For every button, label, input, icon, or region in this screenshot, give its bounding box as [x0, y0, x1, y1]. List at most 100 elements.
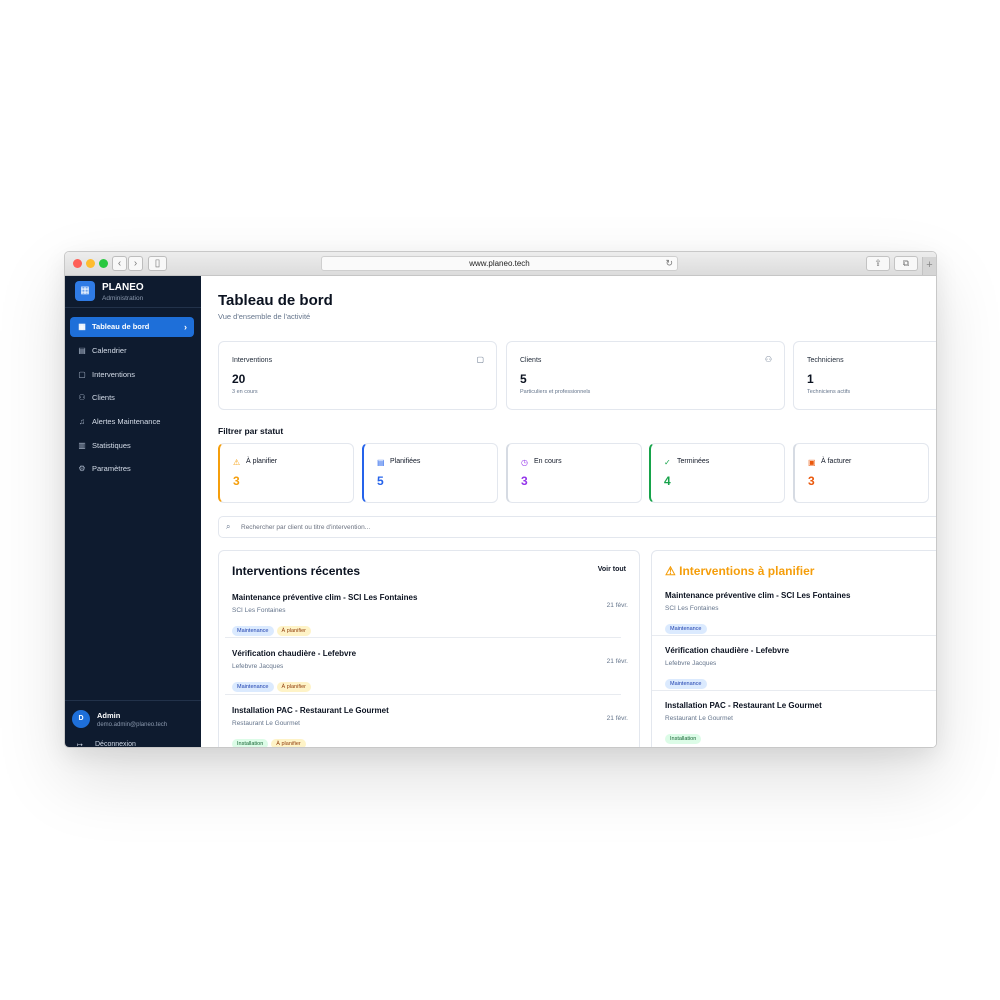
row-divider: [225, 637, 621, 638]
filter-card-planned[interactable]: ▤ Planifiées 5: [362, 443, 498, 503]
logout-label: Déconnexion: [95, 741, 136, 748]
filter-label: À facturer: [821, 458, 852, 465]
row-divider: [225, 694, 621, 695]
sidebar-divider: [65, 307, 201, 308]
stat-card-technicians[interactable]: Techniciens 1 Techniciens actifs: [793, 341, 936, 410]
status-badge: À planifier: [271, 739, 306, 747]
list-item[interactable]: Maintenance préventive clim - SCI Les Fo…: [232, 593, 628, 649]
browser-titlebar: ‹ › ▯ www.planeo.tech ↻ ⇪ ⧉ +: [65, 252, 936, 276]
sidebar-item-statistics[interactable]: ▥ Statistiques: [70, 436, 194, 456]
url-text: www.planeo.tech: [469, 259, 530, 268]
intervention-title: Vérification chaudière - Lefebvre: [232, 649, 357, 658]
close-window-button[interactable]: [73, 259, 82, 268]
sidebar-item-label: Interventions: [92, 370, 135, 379]
brand-subtitle: Administration: [102, 295, 144, 302]
sidebar-item-interventions[interactable]: ▢ Interventions: [70, 365, 194, 385]
stat-value: 5: [520, 372, 527, 386]
status-badge: À planifier: [276, 626, 311, 636]
status-badge: Maintenance: [232, 626, 274, 636]
sidebar-item-dashboard[interactable]: ▦ Tableau de bord ›: [70, 317, 194, 337]
sidebar-divider: [65, 700, 201, 701]
sidebar-item-clients[interactable]: ⚇ Clients: [70, 388, 194, 408]
sidebar-item-label: Alertes Maintenance: [92, 417, 161, 426]
filter-card-to-invoice[interactable]: ▣ À facturer 3: [793, 443, 929, 503]
intervention-client: Lefebvre Jacques: [232, 663, 284, 670]
clipboard-icon: ▢: [476, 355, 484, 364]
list-item[interactable]: Vérification chaudière - Lefebvre Lefebv…: [232, 649, 628, 705]
warning-icon: ⚠: [665, 564, 676, 578]
gear-icon: ⚙: [78, 464, 86, 473]
reload-icon[interactable]: ↻: [665, 257, 673, 270]
intervention-title: Installation PAC - Restaurant Le Gourmet: [232, 706, 389, 715]
stat-value: 20: [232, 372, 246, 386]
logout-icon: ↦: [77, 742, 83, 748]
intervention-title: Installation PAC - Restaurant Le Gourmet: [665, 701, 822, 710]
list-item[interactable]: Installation PAC - Restaurant Le Gourmet…: [665, 701, 936, 747]
bell-icon: ♫: [79, 417, 85, 426]
sidebar-toggle-icon[interactable]: ▯: [148, 256, 167, 271]
stat-card-clients[interactable]: Clients ⚇ 5 Particuliers et professionne…: [506, 341, 785, 410]
chevron-right-icon: ›: [184, 322, 187, 332]
page-subtitle: Vue d'ensemble de l'activité: [218, 312, 311, 321]
dashboard-icon: ▦: [78, 322, 86, 331]
status-badge: Installation: [665, 734, 702, 744]
status-badge: Maintenance: [665, 679, 707, 689]
status-badge: Maintenance: [665, 624, 707, 634]
clipboard-icon: ▢: [78, 370, 86, 379]
sidebar: ▦ PLANEO Administration ▦ Tableau de bor…: [65, 276, 201, 748]
filter-section-title: Filtrer par statut: [218, 426, 284, 436]
page-title: Tableau de bord: [218, 292, 333, 309]
sidebar-item-maintenance-alerts[interactable]: ♫ Alertes Maintenance: [70, 412, 194, 432]
sidebar-item-label: Tableau de bord: [92, 322, 150, 331]
filter-card-to-plan[interactable]: ⚠ À planifier 3: [218, 443, 354, 503]
list-item[interactable]: Vérification chaudière - Lefebvre Lefebv…: [665, 646, 936, 702]
sidebar-item-settings[interactable]: ⚙ Paramètres: [70, 459, 194, 479]
forward-icon[interactable]: ›: [128, 256, 143, 271]
sidebar-item-calendar[interactable]: ▤ Calendrier: [70, 341, 194, 361]
status-badge: Installation: [232, 739, 269, 747]
stat-card-interventions[interactable]: Interventions ▢ 20 3 en cours: [218, 341, 497, 410]
filter-label: À planifier: [246, 458, 278, 465]
to-plan-panel: ⚠ Interventions à planifier Maintenance …: [651, 550, 936, 747]
warning-icon: ⚠: [233, 458, 241, 467]
intervention-title: Maintenance préventive clim - SCI Les Fo…: [232, 593, 418, 602]
avatar[interactable]: D: [72, 710, 90, 728]
filter-card-in-progress[interactable]: ◷ En cours 3: [506, 443, 642, 503]
zoom-window-button[interactable]: [99, 259, 108, 268]
main-content: Tableau de bord Vue d'ensemble de l'acti…: [201, 276, 936, 747]
logout-button[interactable]: ↦ Déconnexion: [77, 741, 136, 748]
stat-note: Techniciens actifs: [807, 389, 851, 395]
panel-title-text: Interventions à planifier: [679, 564, 815, 578]
filter-count: 3: [233, 474, 240, 488]
sidebar-item-label: Calendrier: [92, 346, 127, 355]
panel-title: ⚠ Interventions à planifier: [665, 564, 814, 578]
sidebar-item-label: Statistiques: [92, 441, 131, 450]
address-bar[interactable]: www.planeo.tech ↻: [321, 256, 678, 271]
filter-count: 4: [664, 474, 671, 488]
search-input[interactable]: ⌕ Rechercher par client ou titre d'inter…: [218, 516, 936, 538]
minimize-window-button[interactable]: [86, 259, 95, 268]
list-item[interactable]: Installation PAC - Restaurant Le Gourmet…: [232, 706, 628, 747]
view-all-button[interactable]: Voir tout: [598, 566, 626, 573]
filter-label: En cours: [534, 458, 562, 465]
intervention-date: 21 févr.: [606, 715, 628, 722]
intervention-title: Maintenance préventive clim - SCI Les Fo…: [665, 591, 851, 600]
tabs-overview-icon[interactable]: ⧉: [894, 256, 918, 271]
users-icon: ⚇: [764, 355, 772, 364]
sidebar-item-label: Paramètres: [92, 464, 131, 473]
invoice-icon: ▣: [808, 458, 816, 467]
intervention-client: Restaurant Le Gourmet: [232, 720, 300, 727]
list-item[interactable]: Maintenance préventive clim - SCI Les Fo…: [665, 591, 936, 647]
check-circle-icon: ✓: [664, 458, 671, 467]
stat-label: Clients: [520, 357, 542, 364]
row-divider: [652, 635, 936, 636]
intervention-title: Vérification chaudière - Lefebvre: [665, 646, 790, 655]
back-icon[interactable]: ‹: [112, 256, 127, 271]
filter-label: Planifiées: [390, 458, 421, 465]
new-tab-icon[interactable]: +: [922, 257, 936, 275]
intervention-date: 21 févr.: [606, 658, 628, 665]
recent-interventions-panel: Interventions récentes Voir tout Mainten…: [218, 550, 640, 747]
share-icon[interactable]: ⇪: [866, 256, 890, 271]
row-divider: [652, 690, 936, 691]
filter-card-done[interactable]: ✓ Terminées 4: [649, 443, 785, 503]
